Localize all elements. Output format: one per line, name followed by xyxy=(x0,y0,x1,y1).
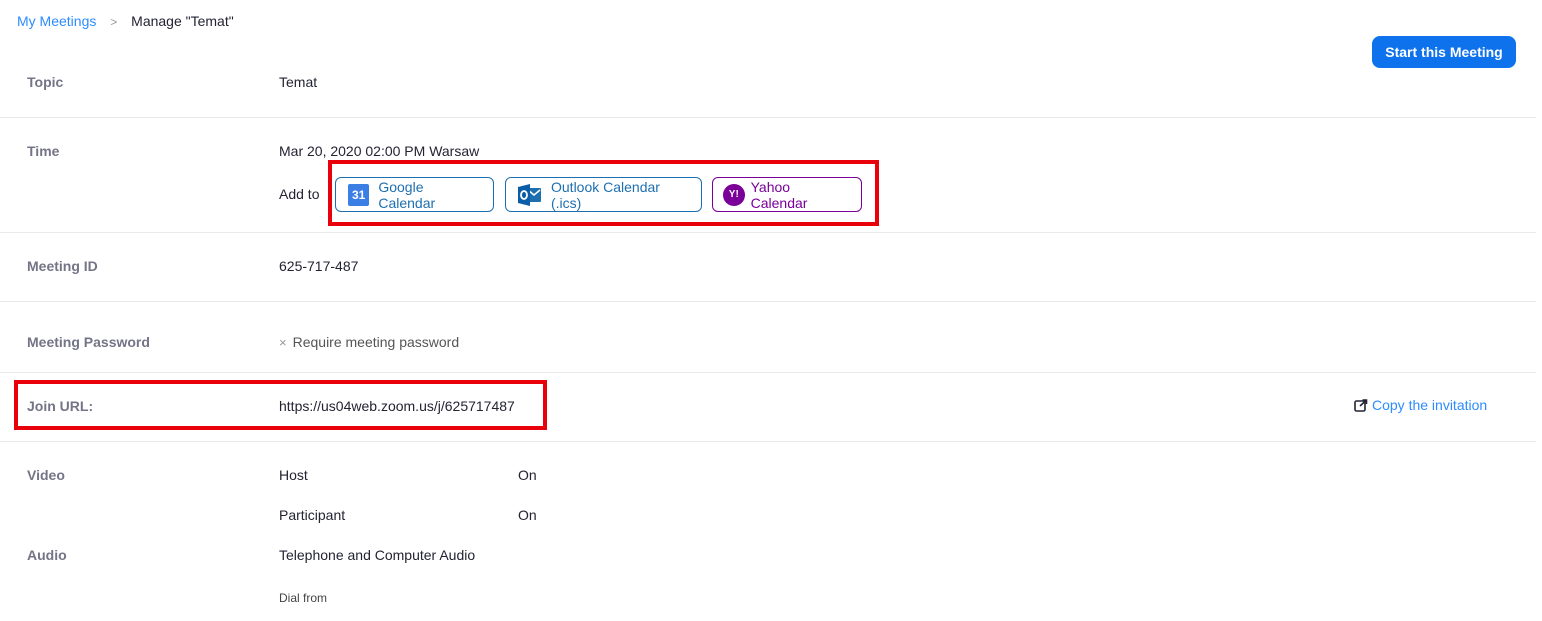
topic-value: Temat xyxy=(279,74,318,90)
divider xyxy=(0,301,1536,302)
copy-invitation-label: Copy the invitation xyxy=(1372,397,1488,413)
audio-label: Audio xyxy=(27,547,67,563)
copy-invitation-link[interactable]: Copy the invitation xyxy=(1354,397,1487,413)
breadcrumb: My Meetings > Manage "Temat" xyxy=(17,13,234,29)
start-meeting-button[interactable]: Start this Meeting xyxy=(1372,36,1516,68)
add-to-label: Add to xyxy=(279,186,320,202)
divider xyxy=(0,117,1536,118)
meeting-id-value: 625-717-487 xyxy=(279,258,359,274)
time-label: Time xyxy=(27,143,60,159)
audio-value: Telephone and Computer Audio xyxy=(279,547,476,563)
video-host-label: Host xyxy=(279,467,308,483)
password-text: Require meeting password xyxy=(292,334,460,350)
share-icon xyxy=(1354,398,1368,412)
topic-label: Topic xyxy=(27,74,64,90)
video-label: Video xyxy=(27,467,65,483)
join-url-highlight-box xyxy=(14,380,547,430)
divider xyxy=(0,441,1536,442)
time-value: Mar 20, 2020 02:00 PM Warsaw xyxy=(279,143,480,159)
breadcrumb-my-meetings-link[interactable]: My Meetings xyxy=(17,13,96,29)
breadcrumb-current: Manage "Temat" xyxy=(131,13,234,29)
video-participant-label: Participant xyxy=(279,507,346,523)
unchecked-icon: × xyxy=(279,335,287,350)
meeting-password-label: Meeting Password xyxy=(27,334,150,350)
calendar-highlight-box xyxy=(328,160,879,226)
meeting-password-value: × Require meeting password xyxy=(279,334,459,350)
breadcrumb-separator: > xyxy=(110,15,118,29)
dial-from-label: Dial from xyxy=(279,591,328,605)
video-host-value: On xyxy=(518,467,537,483)
divider xyxy=(0,232,1536,233)
divider xyxy=(0,372,1536,373)
meeting-id-label: Meeting ID xyxy=(27,258,98,274)
video-participant-value: On xyxy=(518,507,537,523)
